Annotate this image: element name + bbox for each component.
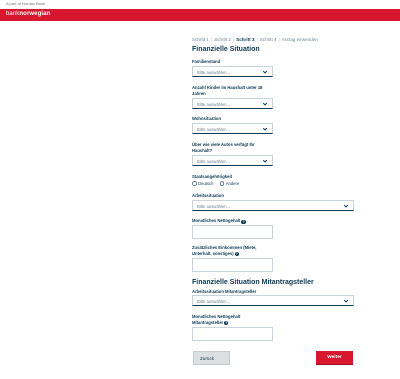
step-separator: | xyxy=(210,37,213,42)
autos-value: Bitte auswählen... xyxy=(197,159,231,164)
wohnsituation-value: Bitte auswählen... xyxy=(197,127,231,132)
chevron-down-icon xyxy=(262,69,268,75)
staatsangehoerigkeit-radio-group: Deutsch Andere xyxy=(192,181,244,186)
wohnsituation-select[interactable]: Bitte auswählen... xyxy=(192,123,273,134)
autos-label: Über wie viele Autos verfügt Ihr Haushal… xyxy=(192,142,255,153)
nettogehalt-label: Monatliches Nettogehalt? xyxy=(192,218,246,224)
logo-light-text: bank xyxy=(6,11,20,17)
einkommen-input[interactable] xyxy=(192,258,273,272)
einkommen-label-text: Zusätzliches Einkommen (Miete, Unterhalt… xyxy=(192,245,257,256)
staatsangehoerigkeit-label: Staatsangehörigkeit xyxy=(192,174,233,179)
radio-circle xyxy=(192,181,197,186)
kinder-label: Anzahl Kinder im Haushalt unter 18 Jahre… xyxy=(192,85,263,96)
top-strip-text: A part of Nordax Bank xyxy=(6,1,46,6)
kinder-value: Bitte auswählen... xyxy=(197,102,231,107)
next-button[interactable]: Weiter xyxy=(316,351,353,365)
nettogehalt-mitantragsteller-label: Monatliches Nettogehalt Mitantragsteller… xyxy=(192,314,262,326)
arbeitssituation-mitantragsteller-value: Bitte auswählen... xyxy=(197,299,231,304)
bank-norwegian-logo[interactable]: banknorwegian xyxy=(6,11,50,17)
radio-deutsch-label: Deutsch xyxy=(198,181,214,186)
nettogehalt-mitantragsteller-input[interactable] xyxy=(192,327,273,341)
familienstand-select[interactable]: Bitte auswählen... xyxy=(192,66,273,77)
autos-select[interactable]: Bitte auswählen... xyxy=(192,155,273,166)
step-separator: | xyxy=(278,37,280,42)
radio-andere-label: Andere xyxy=(225,181,240,186)
arbeitssituation-value: Bitte auswählen... xyxy=(197,204,231,209)
logo-bold-text: norwegian xyxy=(19,11,51,17)
radio-andere[interactable]: Andere xyxy=(219,181,240,186)
wohnsituation-label: Wohnsituation xyxy=(192,116,221,121)
radio-circle xyxy=(219,181,225,186)
next-button-label: Weiter xyxy=(327,355,342,360)
chevron-down-icon xyxy=(262,158,268,164)
info-icon[interactable]: ? xyxy=(241,219,246,224)
nettogehalt-input[interactable] xyxy=(192,225,273,239)
chevron-down-icon xyxy=(262,101,268,107)
section-title-coapplicant: Finanzielle Situation Mitantragsteller xyxy=(192,279,314,286)
arbeitssituation-label: Arbeitssituation xyxy=(192,193,224,198)
nettogehalt-mitantragsteller-label-text: Monatliches Nettogehalt Mitantragsteller xyxy=(192,314,241,325)
arbeitssituation-mitantragsteller-select[interactable]: Bitte auswählen... xyxy=(192,295,354,306)
section-title-financial: Finanzielle Situation xyxy=(192,46,260,53)
top-strip: A part of Nordax Bank xyxy=(0,0,400,9)
kinder-select[interactable]: Bitte auswählen... xyxy=(192,98,273,109)
step-separator: | xyxy=(256,37,258,42)
info-icon[interactable]: ? xyxy=(224,321,229,326)
back-button-label: Zurück xyxy=(200,356,215,361)
arbeitssituation-mitantragsteller-label: Arbeitssituation Mitantragsteller xyxy=(192,289,257,294)
step-submit: Antrag einsenden xyxy=(281,37,318,42)
chevron-down-icon xyxy=(343,298,349,304)
back-button[interactable]: Zurück xyxy=(193,351,230,365)
step-4: Schritt 4 xyxy=(259,37,277,42)
familienstand-value: Bitte auswählen... xyxy=(197,70,231,75)
step-1: Schritt 1 xyxy=(192,37,209,42)
step-indicator: Schritt 1 | Schritt 2 | Schritt 3 | Schritt 4 |… xyxy=(192,37,318,42)
chevron-down-icon xyxy=(262,126,268,132)
chevron-down-icon xyxy=(343,203,349,209)
step-3: Schritt 3 xyxy=(236,37,255,42)
radio-deutsch[interactable]: Deutsch xyxy=(192,181,213,186)
info-icon[interactable]: ? xyxy=(234,252,239,257)
familienstand-label: Familienstand xyxy=(192,59,221,64)
nettogehalt-label-text: Monatliches Nettogehalt xyxy=(192,218,241,223)
einkommen-label: Zusätzliches Einkommen (Miete, Unterhalt… xyxy=(192,245,272,257)
arbeitssituation-select[interactable]: Bitte auswählen... xyxy=(192,200,354,211)
step-separator: | xyxy=(232,37,235,42)
brand-bar: banknorwegian xyxy=(0,9,400,21)
step-2: Schritt 2 xyxy=(214,37,231,42)
